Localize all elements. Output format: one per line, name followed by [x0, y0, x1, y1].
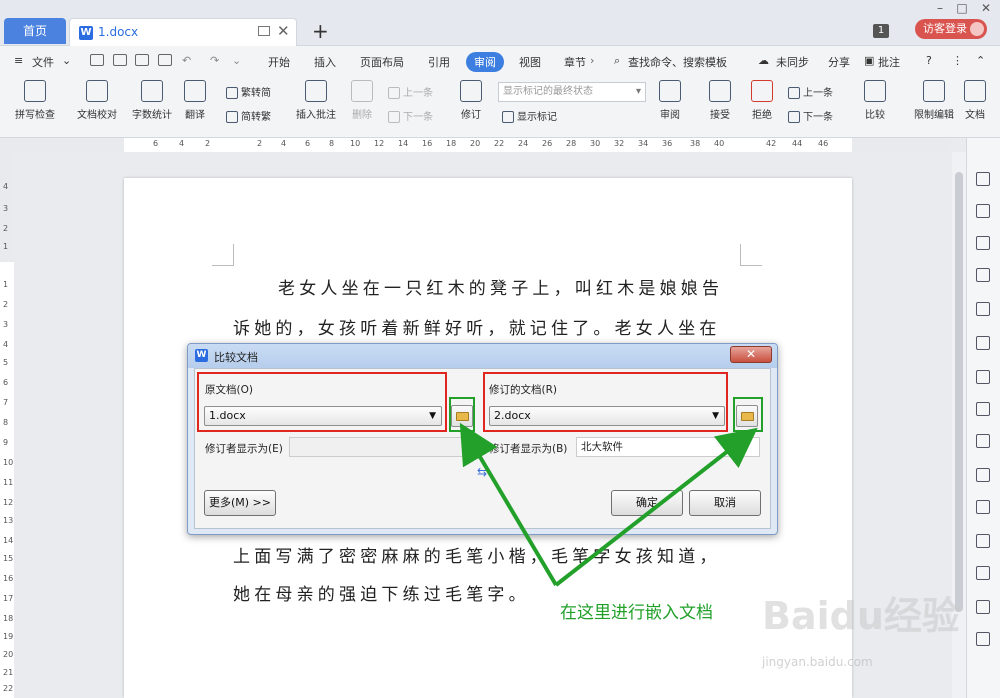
watermark-brand: Baidu经验 — [762, 594, 960, 638]
watermark-url: jingyan.baidu.com — [762, 655, 873, 669]
arrow-to-original-folder — [459, 422, 558, 587]
arrow-to-revised-folder — [554, 427, 758, 587]
annotation-text: 在这里进行嵌入文档 — [560, 603, 713, 623]
